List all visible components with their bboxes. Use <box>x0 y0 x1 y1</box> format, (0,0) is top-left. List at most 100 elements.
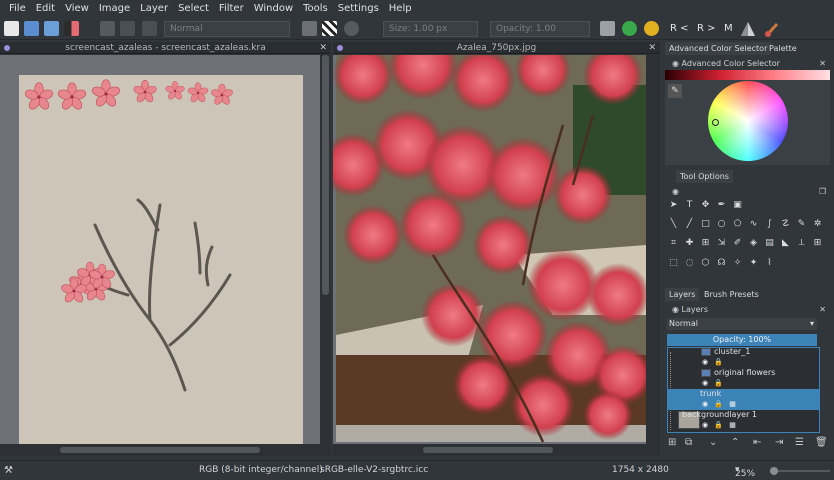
layer-row-cluster[interactable]: cluster_1 ◉ 🔒 <box>668 347 820 368</box>
close-icon[interactable]: ✕ <box>819 304 826 316</box>
calligraphy-icon[interactable]: ✒ <box>715 199 728 212</box>
save-icon[interactable] <box>44 21 59 36</box>
tab-tool-options[interactable]: Tool Options <box>676 170 733 183</box>
layer-row-original-flowers[interactable]: original flowers ◉ 🔒 <box>668 368 820 389</box>
menu-image[interactable]: Image <box>94 0 135 18</box>
layer-visibility-icons[interactable]: ◉ 🔒 <box>702 358 725 366</box>
menu-select[interactable]: Select <box>173 0 214 18</box>
similar-select-icon[interactable]: ✦ <box>747 257 760 270</box>
menu-window[interactable]: Window <box>249 0 298 18</box>
layer-visibility-icons[interactable]: ◉ 🔒 ▦ <box>702 400 738 408</box>
menu-tools[interactable]: Tools <box>298 0 333 18</box>
zoom-slider[interactable] <box>770 467 830 475</box>
folder-icon[interactable]: ⇥ <box>775 437 783 448</box>
tab-advanced-color-selector[interactable]: Advanced Color Selector <box>665 42 772 55</box>
document-title-left[interactable]: screencast_azaleas - screencast_azaleas.… <box>0 42 331 54</box>
menu-layer[interactable]: Layer <box>135 0 173 18</box>
move-down-icon[interactable]: ⌄ <box>709 437 717 448</box>
duplicate-layer-icon[interactable]: ⧉ <box>685 437 692 448</box>
assistant-tool-icon[interactable]: ⇲ <box>715 237 728 250</box>
bezier-tool-icon[interactable]: ∫ <box>763 218 776 231</box>
ellipse-tool-icon[interactable]: ○ <box>715 218 728 231</box>
left-canvas-area[interactable] <box>0 55 331 444</box>
layer-name[interactable]: cluster_1 <box>714 347 750 357</box>
close-icon[interactable]: ✕ <box>319 42 327 54</box>
dynamic-brush-icon[interactable]: ✎ <box>795 218 808 231</box>
add-layer-icon[interactable]: ⊞ <box>668 437 676 448</box>
layer-name[interactable]: original flowers <box>714 368 775 378</box>
polygon-tool-icon[interactable]: ⬠ <box>731 218 744 231</box>
mirror-mode-button[interactable]: M <box>724 21 733 37</box>
layer-properties-icon[interactable]: ⇤ <box>753 437 761 448</box>
workspace-icon[interactable] <box>600 21 615 36</box>
rect-select-icon[interactable]: ⬚ <box>667 257 680 270</box>
transform-tool-icon[interactable]: ⊞ <box>699 237 712 250</box>
delete-layer-icon[interactable]: 🗑 <box>815 437 828 448</box>
new-document-icon[interactable] <box>4 21 19 36</box>
text-tool-icon[interactable]: T <box>683 199 696 212</box>
menu-settings[interactable]: Settings <box>333 0 384 18</box>
color-history-strip[interactable] <box>665 70 830 80</box>
freehand-path-icon[interactable]: ☡ <box>779 218 792 231</box>
color-wheel[interactable] <box>708 81 788 161</box>
close-icon[interactable]: ✕ <box>648 42 656 54</box>
color-picker-icon[interactable]: ✎ <box>668 84 682 98</box>
grid-tool-icon[interactable]: ⊞ <box>811 237 824 250</box>
menu-view[interactable]: View <box>60 0 94 18</box>
right-horizontal-scrollbar[interactable] <box>333 444 660 456</box>
opacity-field[interactable]: Opacity: 1.00 <box>490 21 590 37</box>
wrap-around-icon[interactable] <box>740 21 756 37</box>
left-horizontal-scrollbar[interactable] <box>0 444 331 456</box>
gradient-tool-icon[interactable]: ▣ <box>731 199 744 212</box>
fill-tool-icon[interactable]: ◈ <box>747 237 760 250</box>
layer-row-trunk[interactable]: trunk ◉ 🔒 ▦ <box>668 389 820 410</box>
menu-filter[interactable]: Filter <box>214 0 249 18</box>
pattern-icon[interactable] <box>120 21 135 36</box>
brush-size-field[interactable]: Size: 1.00 px <box>383 21 478 37</box>
menu-file[interactable]: File <box>4 0 31 18</box>
measure-tool-icon[interactable]: ◣ <box>779 237 792 250</box>
zoom-select[interactable]: 25% ▾ <box>735 465 755 479</box>
gradient-fill-icon[interactable]: ▤ <box>763 237 776 250</box>
menu-help[interactable]: Help <box>384 0 417 18</box>
scrollbar-handle[interactable] <box>60 447 260 453</box>
zoom-slider-handle[interactable] <box>770 467 778 475</box>
tab-brush-presets[interactable]: Brush Presets <box>700 288 763 301</box>
layer-visibility-icons[interactable]: ◉ 🔒 ▦ <box>702 421 738 429</box>
gradient-icon[interactable] <box>100 21 115 36</box>
contiguous-select-icon[interactable]: ✧ <box>731 257 744 270</box>
color-selector-panel[interactable]: ✎ <box>665 70 830 165</box>
tab-layers[interactable]: Layers <box>665 288 700 301</box>
lock-icon[interactable]: ◉ <box>672 59 679 68</box>
brush-preset-icon[interactable] <box>142 21 157 36</box>
reload-preset-icon[interactable] <box>344 21 359 36</box>
right-canvas-area[interactable] <box>333 55 660 444</box>
ruler-tool-icon[interactable]: ⟂ <box>795 237 808 250</box>
multibrush-icon[interactable]: ✲ <box>811 218 824 231</box>
lock-icon[interactable]: ◉ <box>672 305 679 314</box>
lock-icon[interactable]: ◉ <box>672 187 679 196</box>
rectangle-tool-icon[interactable]: □ <box>699 218 712 231</box>
brush-icon[interactable] <box>764 21 780 37</box>
close-icon[interactable]: ✕ <box>819 58 826 70</box>
layer-row-background[interactable]: backgroundlayer 1 ◉ 🔒 ▦ <box>668 410 820 431</box>
move-tool-icon[interactable]: ✚ <box>683 237 696 250</box>
blend-mode-select[interactable]: Normal <box>164 21 290 37</box>
freehand-select-icon[interactable]: ☊ <box>715 257 728 270</box>
polygon-select-icon[interactable]: ⬡ <box>699 257 712 270</box>
open-document-icon[interactable] <box>24 21 39 36</box>
redo-icon[interactable] <box>622 21 637 36</box>
color-picker-tool-icon[interactable]: ✐ <box>731 237 744 250</box>
layers-opacity-slider[interactable]: Opacity: 100% <box>667 334 817 346</box>
brush-tool-icon[interactable]: ╲ <box>667 218 680 231</box>
color-swatch-icon[interactable] <box>64 21 79 36</box>
layer-name[interactable]: backgroundlayer 1 <box>682 410 757 420</box>
scrollbar-handle[interactable] <box>423 447 553 453</box>
tab-palette[interactable]: Palette <box>765 42 801 55</box>
layers-blend-select[interactable]: Normal ▾ <box>667 318 817 330</box>
color-wheel-cursor[interactable] <box>712 119 719 126</box>
undo-icon[interactable] <box>644 21 659 36</box>
ellipse-select-icon[interactable]: ◌ <box>683 257 696 270</box>
bezier-select-icon[interactable]: ⌇ <box>763 257 776 270</box>
select-shapes-icon[interactable]: ➤ <box>667 199 680 212</box>
